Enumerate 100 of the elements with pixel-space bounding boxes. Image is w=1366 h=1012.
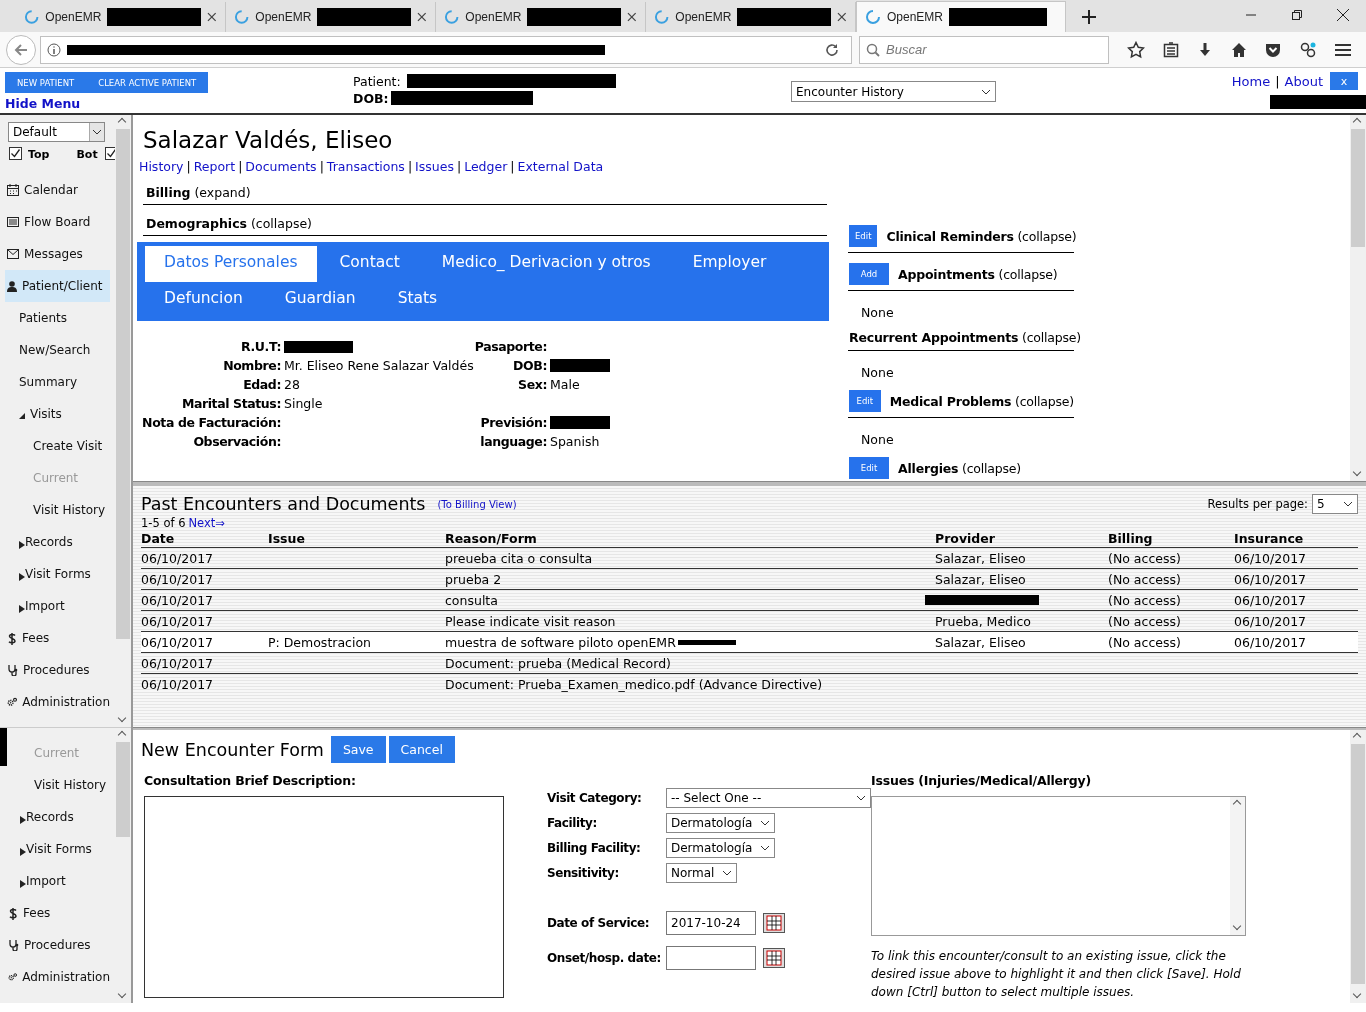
- tab[interactable]: Medico_ Derivacion y otros: [422, 246, 670, 282]
- calendar-icon[interactable]: [763, 912, 785, 933]
- tab[interactable]: Guardian: [265, 282, 375, 318]
- section-heading[interactable]: Demographics (collapse): [146, 216, 312, 231]
- menu-item[interactable]: Flow Board: [0, 206, 110, 238]
- header-link[interactable]: About: [1284, 73, 1323, 89]
- extension-icon[interactable]: [1299, 40, 1317, 59]
- back-button[interactable]: [6, 34, 36, 65]
- table-row[interactable]: 06/10/2017 P: Demostracion muestra de software piloto openEMR Salazar, Eliseo (No access) 06/10/2017: [141, 632, 1358, 653]
- form-button[interactable]: Save: [330, 736, 386, 763]
- date-field[interactable]: 2017-10-24: [666, 910, 756, 935]
- menu-item[interactable]: Visits: [0, 398, 110, 430]
- bookmark-star-icon[interactable]: [1127, 40, 1145, 59]
- close-icon[interactable]: [627, 12, 637, 22]
- small-button[interactable]: Edit: [849, 457, 889, 479]
- menu-item[interactable]: Records: [7, 801, 110, 833]
- issues-list[interactable]: [871, 796, 1246, 936]
- hide-menu-link[interactable]: Hide Menu: [5, 96, 81, 111]
- header-button[interactable]: NEW PATIENT: [5, 72, 87, 93]
- menu-icon[interactable]: [1335, 42, 1351, 57]
- reload-icon[interactable]: [825, 42, 839, 57]
- select-field[interactable]: Dermatología: [666, 812, 776, 833]
- tab[interactable]: Datos Personales: [145, 246, 317, 282]
- menu-item[interactable]: Patient/Client: [5, 270, 110, 302]
- header-link[interactable]: Home: [1231, 73, 1271, 89]
- clipboard-icon[interactable]: [1163, 41, 1179, 58]
- nav-link[interactable]: Ledger: [464, 159, 508, 174]
- view-select[interactable]: Encounter History: [791, 81, 996, 102]
- home-icon[interactable]: [1231, 41, 1247, 58]
- select-field[interactable]: Dermatología: [666, 837, 776, 858]
- nav-link[interactable]: Report: [193, 159, 236, 174]
- menu-item[interactable]: Calendar: [0, 174, 110, 206]
- description-field[interactable]: [144, 796, 504, 998]
- section-heading[interactable]: Allergies (collapse): [898, 460, 1022, 476]
- results-select[interactable]: 5: [1312, 494, 1358, 514]
- table-cell: 06/10/2017: [141, 550, 214, 566]
- small-button[interactable]: Edit: [849, 225, 878, 247]
- new-tab-icon[interactable]: [1082, 10, 1096, 24]
- pocket-icon[interactable]: [1265, 41, 1281, 58]
- tab[interactable]: Employer: [673, 246, 786, 282]
- menu-item[interactable]: Fees: [0, 622, 110, 654]
- menu-item[interactable]: Patients: [0, 302, 110, 334]
- small-button[interactable]: Add: [849, 263, 889, 285]
- small-button[interactable]: Edit: [849, 390, 881, 412]
- table-row[interactable]: 06/10/2017 Document: Prueba_Examen_medico.pdf (Advance Directive): [141, 674, 1358, 695]
- nav-link[interactable]: Documents: [245, 159, 317, 174]
- section-heading[interactable]: Clinical Reminders (collapse): [886, 228, 1077, 244]
- table-row[interactable]: 06/10/2017 consulta (No access) 06/10/2017: [141, 590, 1358, 611]
- menu-item[interactable]: Fees: [7, 897, 110, 929]
- nav-link[interactable]: History: [139, 159, 184, 174]
- menu-item[interactable]: Procedures: [7, 929, 110, 961]
- address-field[interactable]: [40, 35, 852, 64]
- menu-item[interactable]: Create Visit: [0, 430, 110, 462]
- close-button[interactable]: x: [1330, 72, 1358, 90]
- select-field[interactable]: Normal: [666, 862, 738, 883]
- checkbox[interactable]: [9, 146, 22, 160]
- table-row[interactable]: 06/10/2017 Document: prueba (Medical Record): [141, 653, 1358, 674]
- table-cell: muestra de software piloto openEMR: [445, 634, 676, 650]
- info-icon[interactable]: [47, 42, 61, 57]
- header-button[interactable]: CLEAR ACTIVE PATIENT: [86, 72, 209, 93]
- tab[interactable]: Contact: [320, 246, 419, 282]
- section-heading[interactable]: Appointments (collapse): [898, 266, 1058, 282]
- close-icon[interactable]: [207, 12, 217, 22]
- billing-view-link[interactable]: (To Billing View): [437, 498, 517, 510]
- menu-item[interactable]: Visit History: [7, 769, 110, 801]
- section-heading[interactable]: Recurrent Appointments (collapse): [849, 330, 1081, 345]
- menu-item[interactable]: Messages: [0, 238, 110, 270]
- menu-item[interactable]: Procedures: [0, 654, 110, 686]
- menu-item[interactable]: Import: [0, 590, 110, 622]
- table-row[interactable]: 06/10/2017 preueba cita o consulta Salazar, Eliseo (No access) 06/10/2017: [141, 548, 1358, 569]
- browser-tab[interactable]: OpenEMR: [856, 1, 1066, 32]
- tab[interactable]: Defuncion: [145, 282, 262, 318]
- menu-item[interactable]: Visit Forms: [0, 558, 110, 590]
- search-field[interactable]: Buscar: [859, 35, 1109, 64]
- menu-item[interactable]: Administration: [7, 961, 110, 993]
- section-heading[interactable]: Billing (expand): [146, 185, 251, 200]
- form-button[interactable]: Cancel: [388, 736, 455, 763]
- menu-item[interactable]: Import: [7, 865, 110, 897]
- section-heading[interactable]: Medical Problems (collapse): [889, 393, 1074, 409]
- next-link[interactable]: Next⇒: [188, 516, 225, 530]
- menu-item[interactable]: Visit Forms: [7, 833, 110, 865]
- date-field[interactable]: [666, 945, 756, 970]
- nav-link[interactable]: Transactions: [326, 159, 405, 174]
- menu-item[interactable]: Summary: [0, 366, 110, 398]
- calendar-icon[interactable]: [763, 947, 785, 968]
- close-icon[interactable]: [417, 12, 427, 22]
- tab[interactable]: Stats: [378, 282, 457, 318]
- menu-item[interactable]: Records: [0, 526, 110, 558]
- table-row[interactable]: 06/10/2017 prueba 2 Salazar, Eliseo (No access) 06/10/2017: [141, 569, 1358, 590]
- nav-link[interactable]: Issues: [415, 159, 454, 174]
- scrollbar[interactable]: [1350, 730, 1366, 1003]
- scrollbar[interactable]: [1350, 115, 1366, 481]
- menu-item[interactable]: Administration: [0, 686, 110, 718]
- menu-item[interactable]: New/Search: [0, 334, 110, 366]
- nav-link[interactable]: External Data: [517, 159, 604, 174]
- close-icon[interactable]: [837, 12, 847, 22]
- download-icon[interactable]: [1197, 41, 1213, 58]
- select-field[interactable]: -- Select One --: [666, 787, 871, 808]
- menu-item[interactable]: Visit History: [0, 494, 110, 526]
- profile-select[interactable]: Default: [8, 122, 105, 142]
